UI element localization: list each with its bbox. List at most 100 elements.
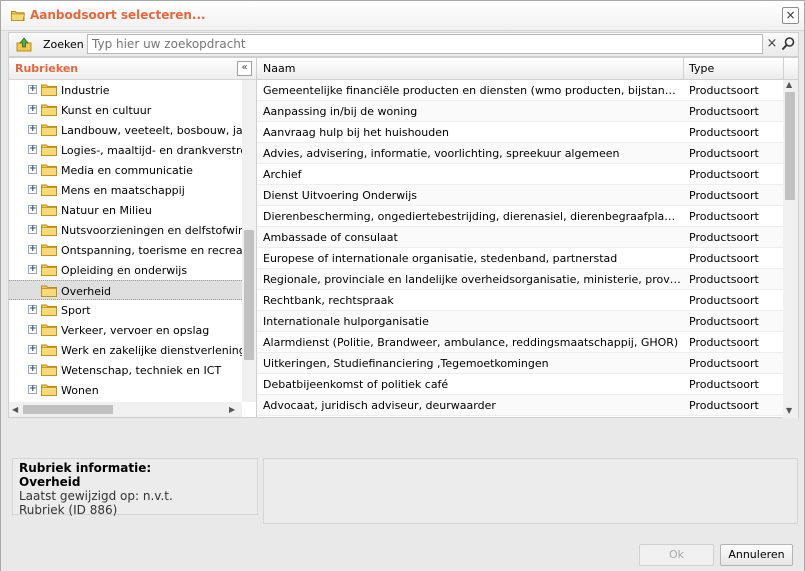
clear-search-icon[interactable]: × [765, 36, 779, 52]
grid-vertical-scrollbar[interactable]: ▲ ▼ [783, 80, 798, 418]
tree-item-label: Verkeer, vervoer en opslag [61, 324, 210, 337]
tree-hscroll-thumb[interactable] [23, 405, 113, 414]
rubrieken-panel: Rubrieken « + Industrie + Kunst en cultuur +… [8, 57, 257, 418]
cell-naam: Archief [263, 168, 302, 181]
expand-plus-icon[interactable]: + [28, 325, 37, 334]
expand-plus-icon[interactable]: + [28, 385, 37, 394]
tree-item-label: Nutsvoorzieningen en delfstofwinning [61, 224, 242, 237]
tree-item-label: Kunst en cultuur [61, 104, 152, 117]
tree-item-label: Opleiding en onderwijs [61, 264, 188, 277]
tree-scroll-thumb[interactable] [244, 230, 254, 360]
tree-horizontal-scrollbar[interactable]: ◀ ▶ [9, 402, 242, 417]
expand-plus-icon[interactable]: + [28, 225, 37, 234]
scroll-left-icon[interactable]: ◀ [12, 405, 18, 414]
table-row[interactable]: Uitkeringen, Studiefinanciering ,Tegemoe… [257, 353, 783, 374]
tree-item[interactable]: + Media en communicatie [9, 160, 242, 180]
table-row[interactable]: Regionale, provinciale en landelijke ove… [257, 269, 783, 290]
cell-type: Productsoort [689, 105, 759, 118]
column-separator[interactable] [683, 58, 684, 80]
tree-item[interactable]: + Mens en maatschappij [9, 180, 242, 200]
expand-plus-icon[interactable]: + [28, 245, 37, 254]
tree-item[interactable]: + Landbouw, veeteelt, bosbouw, jacht e [9, 120, 242, 140]
table-row[interactable]: Rechtbank, rechtspraak Productsoort [257, 290, 783, 311]
tree-item[interactable]: + Logies-, maaltijd- en drankverstrekkin [9, 140, 242, 160]
column-header-type[interactable]: Type [689, 62, 714, 75]
cell-type: Productsoort [689, 189, 759, 202]
folder-icon [41, 384, 57, 396]
scroll-down-icon[interactable]: ▼ [786, 406, 792, 415]
column-header-naam[interactable]: Naam [263, 62, 295, 75]
table-row[interactable]: Alarmdienst (Politie, Brandweer, ambulan… [257, 332, 783, 353]
table-row[interactable]: Internationale hulporganisatie Productsoo… [257, 311, 783, 332]
rubrieken-title: Rubrieken [15, 62, 79, 75]
cell-type: Productsoort [689, 315, 759, 328]
cell-type: Productsoort [689, 252, 759, 265]
tree-item[interactable]: + Opleiding en onderwijs [9, 260, 242, 280]
cell-type: Productsoort [689, 336, 759, 349]
expand-plus-icon[interactable]: + [28, 145, 37, 154]
tree-item-label: Industrie [61, 84, 110, 97]
table-row[interactable]: Dierenbescherming, ongediertebestrijding… [257, 206, 783, 227]
table-row[interactable]: Ambassade of consulaat Productsoort [257, 227, 783, 248]
cell-naam: Regionale, provinciale en landelijke ove… [263, 273, 681, 286]
table-row[interactable]: Debatbijeenkomst of politiek café Product… [257, 374, 783, 395]
table-row[interactable]: Advies, advisering, informatie, voorlich… [257, 143, 783, 164]
expand-plus-icon[interactable]: + [28, 365, 37, 374]
folder-icon [41, 164, 57, 176]
search-up-arrow-icon[interactable] [16, 37, 32, 52]
column-separator [783, 58, 784, 80]
close-button[interactable]: × [782, 7, 799, 24]
tree-item[interactable]: + Kunst en cultuur [9, 100, 242, 120]
collapse-panel-button[interactable]: « [237, 61, 252, 76]
expand-plus-icon[interactable]: + [28, 85, 37, 94]
expand-plus-icon[interactable]: + [28, 345, 37, 354]
scroll-right-icon[interactable]: ▶ [229, 405, 235, 414]
cell-naam: Advocaat, juridisch adviseur, deurwaarde… [263, 399, 496, 412]
table-row[interactable]: Aanpassing in/bij de woning Productsoort [257, 101, 783, 122]
folder-icon [41, 364, 57, 376]
table-row[interactable]: Dienst Uitvoering Onderwijs Productsoort [257, 185, 783, 206]
expand-plus-icon[interactable]: + [28, 265, 37, 274]
tree-item[interactable]: + Wetenschap, techniek en ICT [9, 360, 242, 380]
tree-item[interactable]: + Werk en zakelijke dienstverlening [9, 340, 242, 360]
tree-item[interactable]: + Verkeer, vervoer en opslag [9, 320, 242, 340]
search-input[interactable] [87, 34, 763, 54]
grid-scroll-thumb[interactable] [785, 92, 795, 200]
tree-item[interactable]: + Ontspanning, toerisme en recreatie [9, 240, 242, 260]
search-label: Zoeken [43, 38, 84, 51]
ok-button[interactable]: Ok [639, 544, 714, 566]
cancel-button[interactable]: Annuleren [720, 544, 793, 566]
table-row[interactable]: Archief Productsoort [257, 164, 783, 185]
magnifier-icon[interactable] [781, 36, 796, 52]
tree-vertical-scrollbar[interactable] [242, 80, 256, 402]
rubrieken-tree: + Industrie + Kunst en cultuur + Landbouw, ve… [9, 80, 242, 402]
dialog-footer: Ok Annuleren [1, 537, 804, 571]
tree-item[interactable]: + Natuur en Milieu [9, 200, 242, 220]
folder-icon [41, 285, 57, 297]
tree-item[interactable]: + Nutsvoorzieningen en delfstofwinning [9, 220, 242, 240]
tree-item[interactable]: + Sport [9, 300, 242, 320]
cell-type: Productsoort [689, 168, 759, 181]
folder-icon [41, 324, 57, 336]
expand-plus-icon[interactable]: + [28, 205, 37, 214]
title-bar: Aanbodsoort selecteren... × [1, 1, 804, 31]
expand-plus-icon[interactable]: + [28, 185, 37, 194]
expand-plus-icon[interactable]: + [28, 125, 37, 134]
cell-naam: Uitkeringen, Studiefinanciering ,Tegemoe… [263, 357, 549, 370]
tree-item[interactable]: + Industrie [9, 80, 242, 100]
tree-item-label: Logies-, maaltijd- en drankverstrekkin [61, 144, 242, 157]
tree-item[interactable]: + Wonen [9, 380, 242, 400]
cell-type: Productsoort [689, 378, 759, 391]
expand-plus-icon[interactable]: + [28, 165, 37, 174]
expand-plus-icon[interactable]: + [28, 305, 37, 314]
tree-item-label: Media en communicatie [61, 164, 193, 177]
table-row[interactable]: Aanvraag hulp bij het huishouden Products… [257, 122, 783, 143]
table-row[interactable]: Gemeentelijke financiële producten en di… [257, 80, 783, 101]
table-row[interactable]: Europese of internationale organisatie, … [257, 248, 783, 269]
table-row[interactable]: Advocaat, juridisch adviseur, deurwaarde… [257, 395, 783, 416]
tree-item[interactable]: Overheid [9, 280, 242, 300]
scroll-up-icon[interactable]: ▲ [786, 80, 792, 89]
expand-plus-icon[interactable]: + [28, 105, 37, 114]
folder-icon [41, 264, 57, 276]
cell-type: Productsoort [689, 399, 759, 412]
